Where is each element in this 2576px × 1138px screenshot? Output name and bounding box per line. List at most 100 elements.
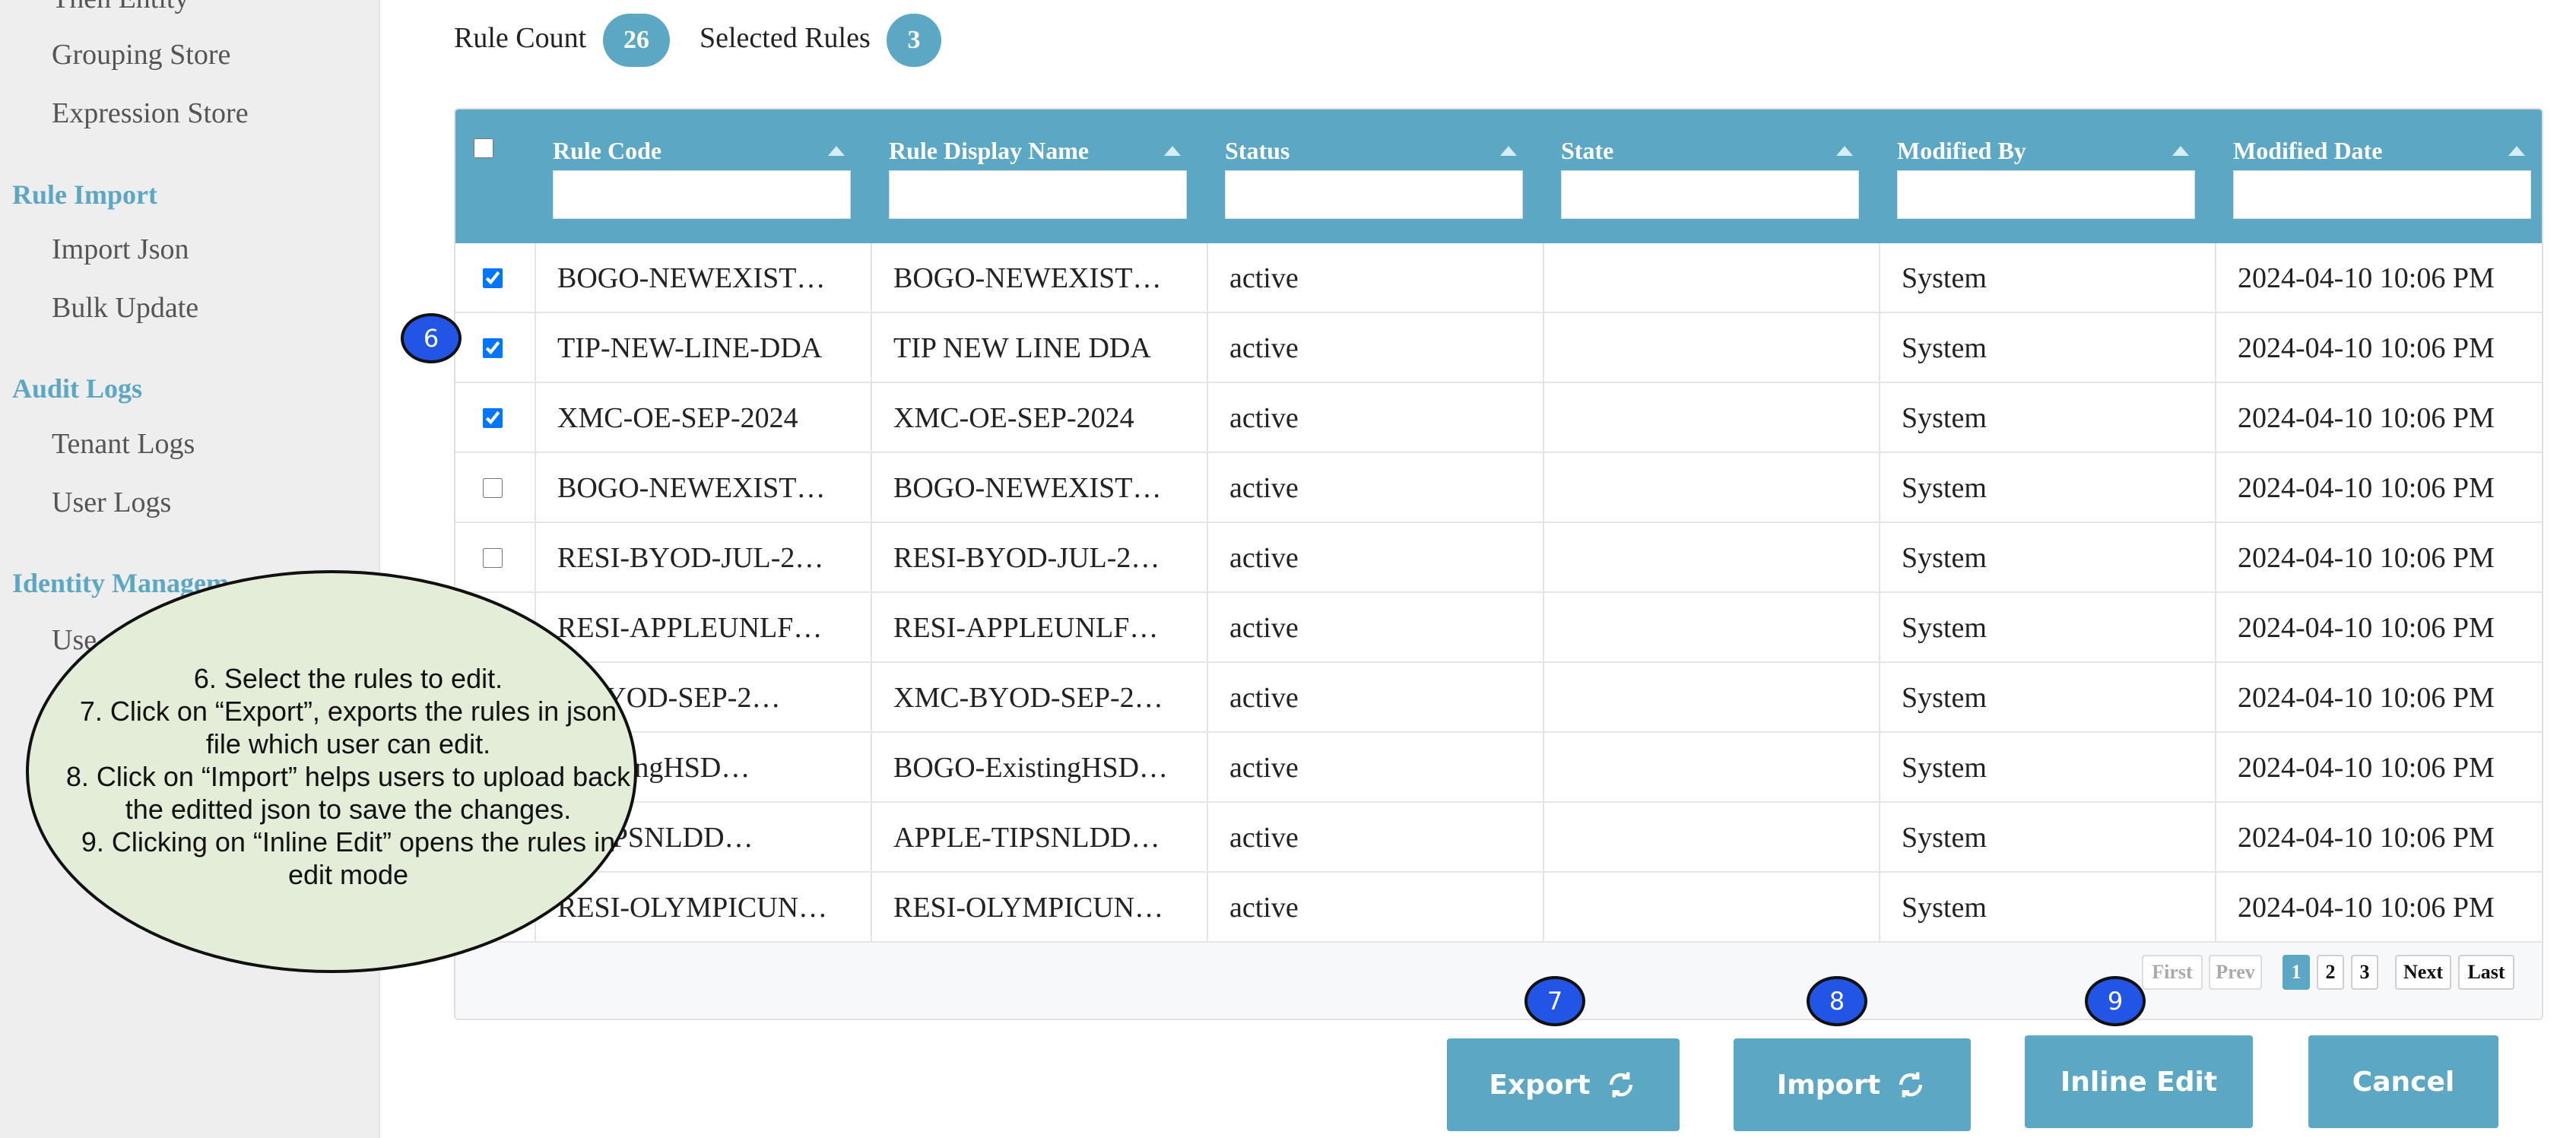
- pagination-last-button[interactable]: Last: [2458, 955, 2514, 990]
- sidebar-item-import-json[interactable]: Import Json: [52, 233, 189, 266]
- step-marker-6: 6: [401, 313, 462, 363]
- cell-rule-display-name: XMC-BYOD-SEP-2…: [893, 682, 1163, 714]
- callout-line: 8. Click on “Import” helps users to uplo…: [65, 761, 631, 792]
- inline-edit-button[interactable]: Inline Edit: [2025, 1035, 2253, 1128]
- column-header-modified-by[interactable]: Modified By: [1897, 137, 2026, 165]
- cancel-button[interactable]: Cancel: [2308, 1035, 2498, 1128]
- column-divider: [1879, 243, 1880, 943]
- cell-status: active: [1229, 612, 1299, 644]
- row-checkbox[interactable]: [483, 268, 503, 288]
- cell-modified-date: 2024-04-10 10:06 PM: [2238, 332, 2495, 364]
- table-row[interactable]: TIP-NEW-LINE-DDA TIP NEW LINE DDA active…: [455, 313, 2542, 383]
- filter-modified-date-input[interactable]: [2233, 170, 2531, 219]
- filter-state-input[interactable]: [1561, 170, 1859, 219]
- callout-line: 9. Clicking on “Inline Edit” opens the r…: [81, 826, 616, 857]
- table-row[interactable]: C-BYOD-SEP-2… XMC-BYOD-SEP-2… active Sys…: [455, 663, 2542, 733]
- sidebar-section-audit-logs[interactable]: Audit Logs: [12, 372, 142, 404]
- sidebar-item-grouping-store[interactable]: Grouping Store: [52, 38, 230, 71]
- row-checkbox[interactable]: [483, 548, 503, 568]
- cell-modified-date: 2024-04-10 10:06 PM: [2238, 822, 2495, 854]
- step-marker-9: 9: [2085, 976, 2146, 1026]
- cell-rule-display-name: RESI-OLYMPICUN…: [893, 892, 1164, 924]
- sort-arrow-icon[interactable]: [828, 146, 845, 156]
- row-checkbox[interactable]: [483, 478, 503, 498]
- cell-modified-by: System: [1902, 752, 1987, 784]
- sidebar-section-rule-import[interactable]: Rule Import: [12, 179, 157, 211]
- filter-modified-by-input[interactable]: [1897, 170, 2195, 219]
- cell-modified-by: System: [1902, 472, 1987, 504]
- table-row[interactable]: E-TIPSNLDD… APPLE-TIPSNLDD… active Syste…: [455, 803, 2542, 873]
- table-row[interactable]: RESI-APPLEUNLF… RESI-APPLEUNLF… active S…: [455, 593, 2542, 663]
- table-row[interactable]: RESI-BYOD-JUL-2… RESI-BYOD-JUL-2… active…: [455, 523, 2542, 593]
- column-header-state[interactable]: State: [1561, 137, 1613, 165]
- column-header-modified-date[interactable]: Modified Date: [2233, 137, 2382, 165]
- sort-arrow-icon[interactable]: [2508, 146, 2525, 156]
- cell-status: active: [1229, 892, 1299, 924]
- sort-arrow-icon[interactable]: [1836, 146, 1853, 156]
- sidebar-item-expression-store[interactable]: Expression Store: [52, 97, 249, 130]
- pagination-prev-button[interactable]: Prev: [2209, 955, 2262, 990]
- filter-rule-code-input[interactable]: [553, 170, 851, 219]
- table-row[interactable]: -ExistingHSD… BOGO-ExistingHSD… active S…: [455, 733, 2542, 803]
- filter-rule-display-name-input[interactable]: [889, 170, 1187, 219]
- table-row[interactable]: BOGO-NEWEXIST… BOGO-NEWEXIST… active Sys…: [455, 243, 2542, 313]
- sidebar-item-then-entity[interactable]: Then Entity: [52, 0, 189, 15]
- select-all-checkbox[interactable]: [474, 138, 493, 158]
- cell-status: active: [1229, 332, 1299, 364]
- instruction-callout: 6. Select the rules to edit. 7. Click on…: [26, 570, 637, 973]
- cell-modified-by: System: [1902, 682, 1987, 714]
- column-header-status[interactable]: Status: [1225, 137, 1290, 165]
- table-row[interactable]: RESI-OLYMPICUN… RESI-OLYMPICUN… active S…: [455, 873, 2542, 943]
- pagination-page-3[interactable]: 3: [2351, 955, 2378, 990]
- cell-rule-code: BOGO-NEWEXIST…: [557, 472, 826, 504]
- sidebar-item-user-logs[interactable]: User Logs: [52, 486, 171, 519]
- sidebar-item-bulk-update[interactable]: Bulk Update: [52, 291, 198, 325]
- cell-state: [1566, 803, 1854, 873]
- export-button[interactable]: Export: [1447, 1038, 1680, 1131]
- column-header-rule-code[interactable]: Rule Code: [553, 137, 661, 165]
- cell-rule-display-name: APPLE-TIPSNLDD…: [893, 822, 1160, 854]
- cell-state: [1566, 873, 1854, 943]
- filter-status-input[interactable]: [1225, 170, 1523, 219]
- export-button-label: Export: [1489, 1069, 1591, 1101]
- row-checkbox[interactable]: [483, 408, 503, 428]
- callout-line: edit mode: [287, 859, 409, 890]
- sort-arrow-icon[interactable]: [1164, 146, 1181, 156]
- pagination-page-1[interactable]: 1: [2283, 955, 2310, 990]
- table-row[interactable]: BOGO-NEWEXIST… BOGO-NEWEXIST… active Sys…: [455, 453, 2542, 523]
- cell-rule-display-name: XMC-OE-SEP-2024: [893, 402, 1134, 434]
- rules-table: Rule Code Rule Display Name Status State…: [454, 108, 2543, 1020]
- cell-status: active: [1229, 402, 1299, 434]
- sidebar-item-tenant-logs[interactable]: Tenant Logs: [52, 427, 195, 461]
- cell-rule-code: RESI-BYOD-JUL-2…: [557, 542, 824, 574]
- cell-modified-date: 2024-04-10 10:06 PM: [2238, 612, 2495, 644]
- selected-rules-label: Selected Rules: [700, 22, 871, 54]
- refresh-icon: [1899, 1072, 1923, 1098]
- step-marker-8: 8: [1807, 976, 1867, 1026]
- column-header-rule-display-name[interactable]: Rule Display Name: [889, 137, 1089, 165]
- pagination-page-2[interactable]: 2: [2317, 955, 2344, 990]
- table-row[interactable]: XMC-OE-SEP-2024 XMC-OE-SEP-2024 active S…: [455, 383, 2542, 453]
- sort-arrow-icon[interactable]: [1500, 146, 1517, 156]
- cell-rule-display-name: BOGO-NEWEXIST…: [893, 262, 1162, 294]
- cell-state: [1566, 453, 1854, 523]
- refresh-icon: [1609, 1072, 1632, 1098]
- cell-modified-by: System: [1902, 612, 1987, 644]
- pagination-first-button[interactable]: First: [2142, 955, 2203, 990]
- cell-state: [1566, 523, 1854, 593]
- cell-rule-display-name: RESI-BYOD-JUL-2…: [893, 542, 1160, 574]
- import-button[interactable]: Import: [1734, 1038, 1971, 1131]
- cell-status: active: [1229, 472, 1299, 504]
- cell-rule-code: RESI-APPLEUNLF…: [557, 612, 823, 644]
- cell-modified-date: 2024-04-10 10:06 PM: [2238, 752, 2495, 784]
- cell-status: active: [1229, 542, 1299, 574]
- sort-arrow-icon[interactable]: [2172, 146, 2189, 156]
- cell-status: active: [1229, 752, 1299, 784]
- callout-line: 6. Select the rules to edit.: [193, 663, 503, 694]
- pagination-next-button[interactable]: Next: [2395, 955, 2451, 990]
- cell-modified-date: 2024-04-10 10:06 PM: [2238, 402, 2495, 434]
- row-checkbox[interactable]: [483, 338, 503, 358]
- cell-rule-code: XMC-OE-SEP-2024: [557, 402, 798, 434]
- cell-modified-by: System: [1902, 332, 1987, 364]
- cell-status: active: [1229, 262, 1299, 294]
